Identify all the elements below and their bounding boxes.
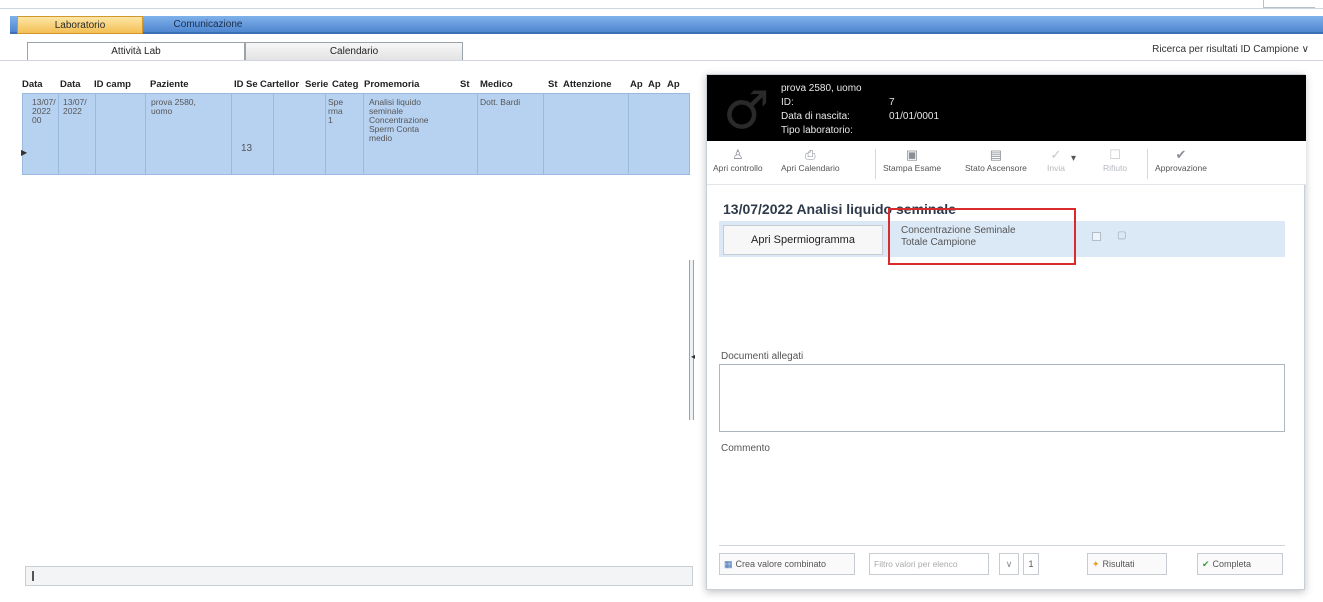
stampa-esame-button[interactable]: ▣ Stampa Esame	[883, 147, 941, 173]
count-indicator[interactable]: 1	[1023, 553, 1039, 575]
col-header[interactable]: St	[548, 79, 558, 90]
invia-dropdown-icon[interactable]: ▾	[1071, 153, 1076, 164]
col-divider	[95, 94, 96, 174]
grid-header: Data Data ID camp Paziente ID Se Cartell…	[22, 77, 690, 91]
checkmark-icon: ✔	[1202, 559, 1210, 569]
scrollbar-thumb[interactable]	[32, 571, 34, 581]
col-divider	[543, 94, 544, 174]
window-corner	[1263, 0, 1315, 8]
apri-spermiogramma-button[interactable]: Apri Spermiogramma	[723, 225, 883, 255]
star-icon: ✦	[1092, 559, 1100, 569]
calculator-icon: ▦	[724, 559, 733, 569]
col-divider	[477, 94, 478, 174]
rifiuto-button[interactable]: ☐ Rifiuto	[1103, 147, 1127, 173]
col-header[interactable]: Data	[22, 79, 43, 90]
printer-icon: ⎙	[805, 147, 816, 162]
patient-header: ♂ prova 2580, uomo ID: 7 Data di nascita…	[707, 75, 1306, 141]
tab-attivita-lab[interactable]: Attività Lab	[27, 42, 245, 60]
col-divider	[273, 94, 274, 174]
person-icon: ♙	[731, 147, 744, 162]
toolbar-separator	[1147, 149, 1148, 179]
lab-activity-grid: Data Data ID camp Paziente ID Se Cartell…	[21, 77, 690, 175]
dob-label: Data di nascita:	[781, 111, 850, 122]
cell-promemoria: Analisi liquido seminale Concentrazione …	[369, 97, 429, 143]
cell-serie: Spe rma 1	[328, 97, 344, 125]
row-action-icon[interactable]: ▢	[1117, 230, 1126, 241]
col-header[interactable]: Ap	[667, 79, 680, 90]
col-header[interactable]: ID	[234, 79, 244, 90]
lab-type-label: Tipo laboratorio:	[781, 125, 853, 136]
panel-splitter[interactable]	[689, 260, 694, 420]
col-header[interactable]: Ap	[648, 79, 661, 90]
filter-values-select[interactable]: Filtro valori per elenco	[869, 553, 989, 575]
panel-footer: ▦ Crea valore combinato Filtro valori per…	[719, 553, 1291, 579]
horizontal-scrollbar[interactable]	[25, 566, 693, 586]
toolbar-separator	[875, 149, 876, 179]
sub-tab-strip: Attività Lab Calendario	[27, 42, 463, 60]
col-divider	[628, 94, 629, 174]
tab-comunicazione[interactable]: Comunicazione	[152, 16, 264, 34]
search-by-sample-id-dropdown[interactable]: Ricerca per risultati ID Campione ∨	[1152, 44, 1309, 55]
commento-textarea[interactable]	[719, 456, 1285, 546]
documenti-allegati-area[interactable]	[719, 364, 1285, 432]
col-header[interactable]: Cartellor	[260, 79, 299, 90]
crea-valore-button[interactable]: ▦ Crea valore combinato	[719, 553, 855, 575]
apri-calendario-button[interactable]: ⎙ Apri Calendario	[781, 147, 840, 173]
tab-calendario[interactable]: Calendario	[245, 42, 463, 60]
document-icon: ▤	[989, 147, 1003, 162]
commento-label: Commento	[721, 443, 770, 454]
col-header[interactable]: Serie	[305, 79, 328, 90]
splitter-arrow-icon[interactable]: ◂	[691, 352, 695, 361]
check-icon: ✔	[1175, 147, 1187, 162]
panel-toolbar: ♙ Apri controllo ⎙ Apri Calendario ▣ Stampa…	[707, 141, 1306, 185]
col-header[interactable]: Categ	[332, 79, 358, 90]
risultati-button[interactable]: ✦ Risultati	[1087, 553, 1167, 575]
col-header[interactable]: Se	[246, 79, 258, 90]
col-divider	[325, 94, 326, 174]
col-header[interactable]: Data	[60, 79, 81, 90]
row-checkbox[interactable]	[1092, 232, 1101, 241]
window-top-bar	[0, 0, 1323, 9]
patient-id-label: ID:	[781, 97, 794, 108]
tab-laboratorio[interactable]: Laboratorio	[17, 16, 143, 34]
approvazione-button[interactable]: ✔ Approvazione	[1155, 147, 1207, 173]
col-header[interactable]: St	[460, 79, 470, 90]
col-divider	[145, 94, 146, 174]
col-header[interactable]: Paziente	[150, 79, 189, 90]
apri-controllo-button[interactable]: ♙ Apri controllo	[713, 147, 763, 173]
exam-detail-panel: ♂ prova 2580, uomo ID: 7 Data di nascita…	[706, 74, 1306, 590]
table-row[interactable]: 13/07/ 2022 00 13/07/ 2022 prova 2580, u…	[21, 93, 690, 175]
cell-medico: Dott. Bardi	[480, 97, 521, 107]
completa-button[interactable]: ✔ Completa	[1197, 553, 1283, 575]
highlight-annotation	[888, 208, 1076, 265]
invia-button[interactable]: ✓ Invia	[1047, 147, 1065, 173]
patient-name: prova 2580, uomo	[781, 83, 862, 94]
stato-ascensore-button[interactable]: ▤ Stato Ascensore	[965, 147, 1027, 173]
patient-id-value: 7	[889, 97, 895, 108]
col-header[interactable]: Ap	[630, 79, 643, 90]
col-header[interactable]: Promemoria	[364, 79, 419, 90]
reject-icon: ☐	[1109, 147, 1121, 162]
col-divider	[363, 94, 364, 174]
col-divider	[231, 94, 232, 174]
cell-data: 13/07/ 2022 00	[32, 97, 56, 125]
male-gender-icon: ♂	[723, 81, 770, 141]
documenti-allegati-label: Documenti allegati	[721, 351, 804, 362]
send-icon: ✓	[1050, 147, 1062, 162]
tab-divider	[0, 60, 1323, 61]
cell-data: 13/07/ 2022	[63, 97, 87, 116]
cell-paziente: prova 2580, uomo	[151, 97, 196, 116]
row-indicator-icon: ▶	[21, 148, 28, 157]
chevron-down-icon[interactable]: ∨	[999, 553, 1019, 575]
col-header[interactable]: Medico	[480, 79, 513, 90]
col-header[interactable]: Attenzione	[563, 79, 612, 90]
main-tab-strip: Laboratorio Comunicazione	[10, 16, 1323, 34]
col-header[interactable]: ID camp	[94, 79, 131, 90]
dob-value: 01/01/0001	[889, 111, 940, 122]
col-divider	[58, 94, 59, 174]
cell-se: 13	[241, 143, 253, 154]
print-preview-icon: ▣	[905, 147, 919, 162]
